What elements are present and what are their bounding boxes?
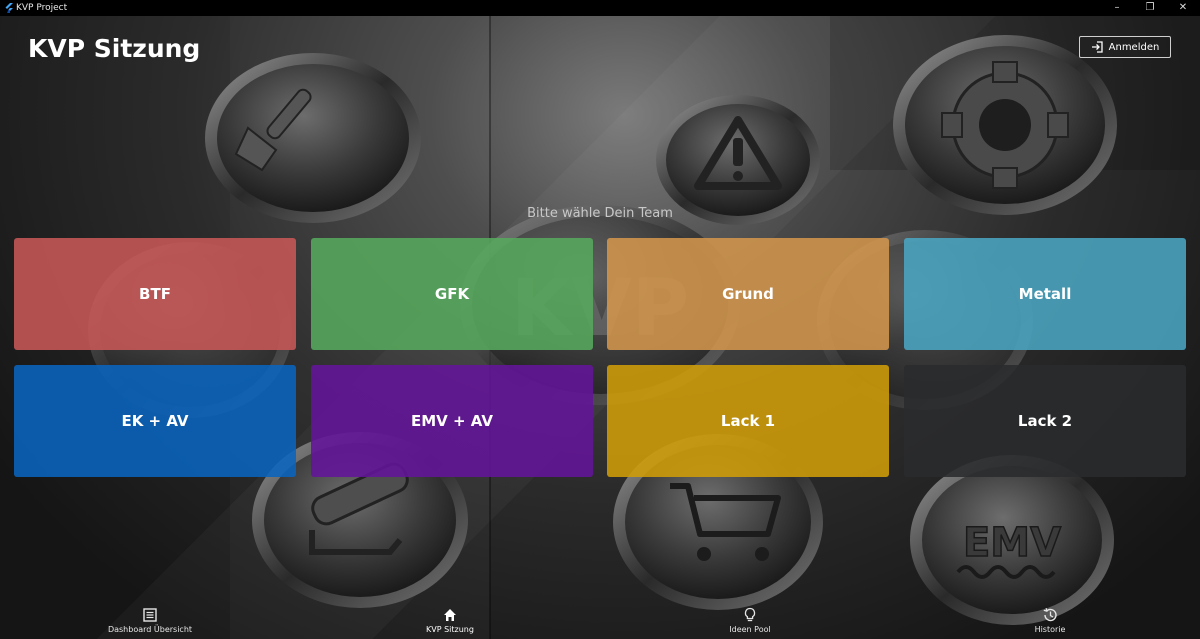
nav-dashboard[interactable]: Dashboard Übersicht [70, 600, 230, 639]
nav-label: Dashboard Übersicht [107, 625, 193, 634]
team-prompt: Bitte wähle Dein Team [527, 206, 673, 221]
brush-icon [205, 53, 421, 223]
login-label: Anmelden [1108, 41, 1160, 53]
team-tile-btf[interactable]: BTF [14, 238, 296, 350]
list-icon [143, 608, 157, 622]
login-icon [1091, 41, 1103, 53]
bottom-navigation: Dashboard Übersicht KVP Sitzung Ideen Po… [0, 600, 1200, 639]
title-bar: KVP Project – ❐ ✕ [0, 0, 1200, 16]
team-tile-grund[interactable]: Grund [607, 238, 889, 350]
team-tile-ek-av[interactable]: EK + AV [14, 365, 296, 477]
team-label: BTF [139, 285, 171, 303]
team-label: Lack 1 [720, 412, 776, 430]
team-label: Lack 2 [1017, 412, 1073, 430]
lightbulb-icon [744, 607, 756, 622]
team-tile-emv-av[interactable]: EMV + AV [311, 365, 593, 477]
nav-ideen-pool[interactable]: Ideen Pool [670, 600, 830, 639]
page-title: KVP Sitzung [28, 34, 201, 63]
minimize-button[interactable]: – [1100, 0, 1134, 16]
nav-label: KVP Sitzung [426, 625, 474, 634]
nav-label: Historie [1034, 625, 1066, 634]
flutter-icon [5, 3, 13, 13]
login-button[interactable]: Anmelden [1079, 36, 1171, 58]
window-title: KVP Project [16, 3, 68, 13]
restore-button[interactable]: ❐ [1133, 0, 1167, 16]
team-label: Metall [1018, 285, 1072, 303]
close-button[interactable]: ✕ [1166, 0, 1200, 16]
home-icon [444, 609, 456, 621]
gear-icon [893, 35, 1117, 215]
team-tile-gfk[interactable]: GFK [311, 238, 593, 350]
team-label: Grund [722, 285, 774, 303]
nav-label: Ideen Pool [729, 625, 771, 634]
nav-kvp-sitzung[interactable]: KVP Sitzung [370, 600, 530, 639]
team-tile-lack-1[interactable]: Lack 1 [607, 365, 889, 477]
app-window: KVP Project – ❐ ✕ KVP EMV KVP Sitzung An… [0, 0, 1200, 639]
team-tile-metall[interactable]: Metall [904, 238, 1186, 350]
team-label: EK + AV [121, 412, 189, 430]
emv-logo-text: EMV [963, 520, 1061, 566]
nav-historie[interactable]: Historie [970, 600, 1130, 639]
team-tile-lack-2[interactable]: Lack 2 [904, 365, 1186, 477]
history-icon [1043, 608, 1057, 622]
team-label: EMV + AV [411, 412, 493, 430]
team-label: GFK [434, 285, 470, 303]
